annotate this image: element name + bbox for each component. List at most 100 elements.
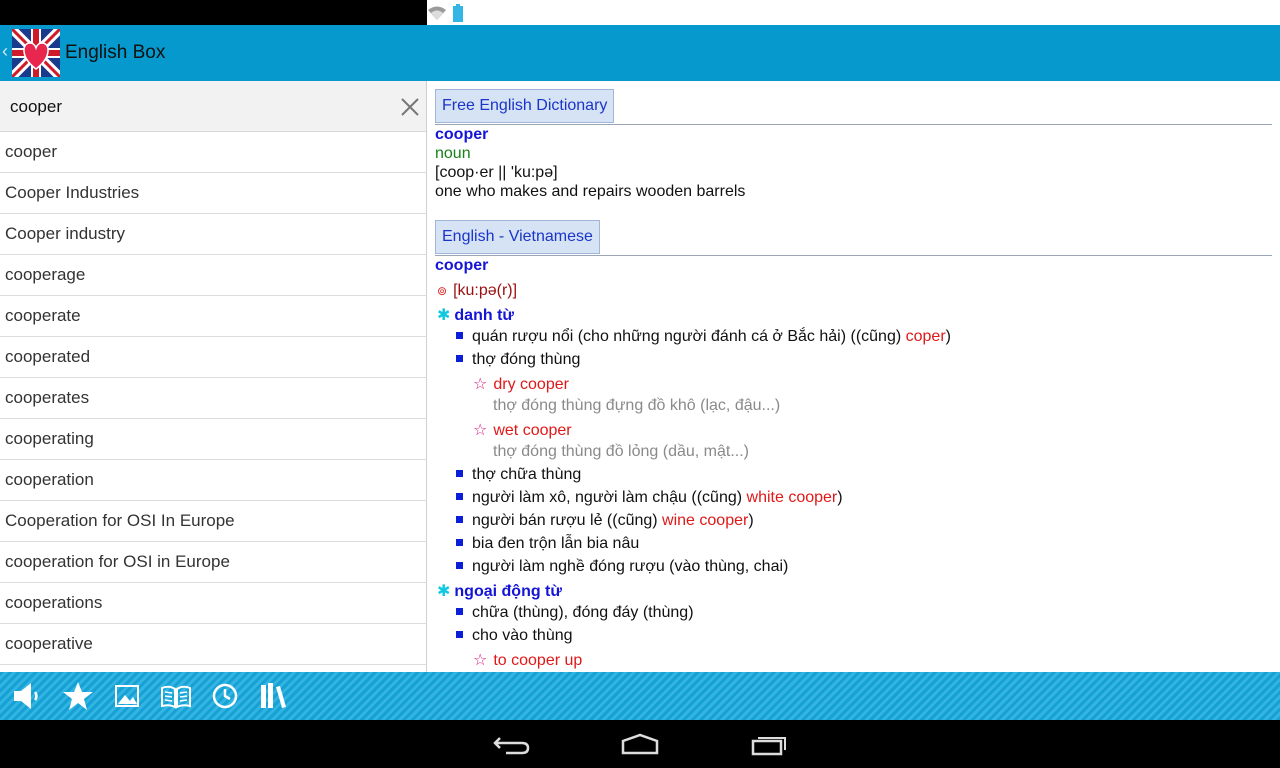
sense-text: người làm nghề đóng rượu (vào thùng, cha… xyxy=(472,558,789,575)
list-item[interactable]: cooperative xyxy=(0,624,426,665)
part-of-speech: danh từ xyxy=(454,307,514,324)
bullet-icon xyxy=(456,493,463,501)
example-phrase: to cooper up xyxy=(493,652,583,669)
dictionary-title[interactable]: English - Vietnamese xyxy=(435,220,600,254)
list-item[interactable]: cooperage xyxy=(0,255,426,296)
sense-row: người làm nghề đóng rượu (vào thùng, cha… xyxy=(456,558,788,576)
sense-row: thợ đóng thùng xyxy=(456,351,580,369)
headword: cooper xyxy=(435,126,489,143)
bullet-icon xyxy=(456,332,463,340)
library-icon[interactable] xyxy=(258,680,290,712)
uk-flag-heart-logo[interactable] xyxy=(12,29,60,77)
up-caret-icon[interactable]: ‹ xyxy=(2,41,12,63)
sense-text: thợ chữa thùng xyxy=(472,466,582,483)
list-item[interactable]: Cooper Industries xyxy=(0,173,426,214)
part-of-speech: noun xyxy=(435,145,471,162)
clock-icon[interactable] xyxy=(209,680,241,712)
pronunciation: [coop·er || 'ku:pə] xyxy=(435,164,558,181)
list-item[interactable]: Cooper industry xyxy=(0,214,426,255)
sense-text: ) xyxy=(945,328,951,345)
bullet-icon xyxy=(456,355,463,363)
home-icon[interactable] xyxy=(620,732,660,756)
word-list-panel: cooper Cooper Industries Cooper industry… xyxy=(0,81,427,672)
star-icon[interactable] xyxy=(62,680,94,712)
asterisk-marker-icon: ✱ xyxy=(437,307,451,324)
star-marker-icon: ☆ xyxy=(473,376,488,393)
sense-row: người bán rượu lẻ ((cũng) wine cooper) xyxy=(456,512,754,530)
bullet-icon xyxy=(456,516,463,524)
pronunciation: [ku:pə(r)] xyxy=(453,282,518,299)
sense-text: quán rượu nổi (cho những người đánh cá ở… xyxy=(472,328,906,345)
part-of-speech: ngoại động từ xyxy=(454,583,562,600)
status-icons: 8:20 xyxy=(427,0,1280,25)
list-item[interactable]: Cooperation for OSI In Europe xyxy=(0,501,426,542)
list-item[interactable]: cooperation for OSI in Europe xyxy=(0,542,426,583)
wifi-icon xyxy=(428,6,446,20)
list-item[interactable]: cooperated xyxy=(0,337,426,378)
speaker-icon[interactable] xyxy=(12,680,44,712)
sense-text: ) xyxy=(748,512,754,529)
star-marker-icon: ☆ xyxy=(473,652,488,669)
asterisk-marker-icon: ✱ xyxy=(437,583,451,600)
list-item[interactable]: cooperate xyxy=(0,296,426,337)
sense-text: người làm xô, người làm chậu ((cũng) xyxy=(472,489,747,506)
back-icon[interactable] xyxy=(492,732,532,756)
pos-row: ✱ danh từ xyxy=(437,305,514,325)
clock: 8:20 xyxy=(469,3,501,21)
sense-text: bia đen trộn lẫn bia nâu xyxy=(472,535,640,552)
example-phrase: wet cooper xyxy=(493,422,572,439)
search-input[interactable] xyxy=(8,91,372,123)
example-translation: thợ đóng thùng đựng đồ khô (lạc, đậu...) xyxy=(493,397,781,414)
sense-row: chữa (thùng), đóng đáy (thùng) xyxy=(456,604,694,622)
sense-text: thợ đóng thùng xyxy=(472,351,581,368)
divider xyxy=(435,255,1272,256)
cross-reference-link[interactable]: wine cooper xyxy=(662,512,748,529)
star-marker-icon: ☆ xyxy=(473,422,488,439)
sense-row: bia đen trộn lẫn bia nâu xyxy=(456,535,639,553)
pronunciation-marker-icon: ⊚ xyxy=(437,284,448,298)
list-item[interactable]: cooperates xyxy=(0,378,426,419)
cross-reference-link[interactable]: white cooper xyxy=(747,489,838,506)
list-item[interactable]: cooperations xyxy=(0,583,426,624)
sense-text: người bán rượu lẻ ((cũng) xyxy=(472,512,663,529)
book-icon[interactable] xyxy=(160,680,192,712)
sense-text: ) xyxy=(837,489,843,506)
status-bar: 8:20 xyxy=(0,0,1280,25)
bullet-icon xyxy=(456,631,463,639)
recents-icon[interactable] xyxy=(750,732,790,756)
sense-row: thợ chữa thùng xyxy=(456,466,581,484)
sense-row: cho vào thùng xyxy=(456,627,573,645)
image-icon[interactable] xyxy=(111,680,143,712)
word-list: cooper Cooper Industries Cooper industry… xyxy=(0,132,426,665)
example-row: ☆ wet cooper xyxy=(473,420,572,440)
list-item[interactable]: cooperation xyxy=(0,460,426,501)
bullet-icon xyxy=(456,470,463,478)
sense-text: chữa (thùng), đóng đáy (thùng) xyxy=(472,604,694,621)
pronunciation-row: ⊚ [ku:pə(r)] xyxy=(437,282,517,300)
headword: cooper xyxy=(435,257,489,274)
bullet-icon xyxy=(456,608,463,616)
example-row: ☆ dry cooper xyxy=(473,374,569,394)
sense-text: cho vào thùng xyxy=(472,627,573,644)
system-nav-bar xyxy=(0,720,1280,768)
sense-row: người làm xô, người làm chậu ((cũng) whi… xyxy=(456,489,843,507)
bullet-icon xyxy=(456,539,463,547)
example-row: ☆ to cooper up xyxy=(473,650,582,670)
dictionary-title[interactable]: Free English Dictionary xyxy=(435,89,615,123)
sense-row: quán rượu nổi (cho những người đánh cá ở… xyxy=(456,328,951,346)
app-bar: ‹ English Box xyxy=(0,25,1280,81)
definition: one who makes and repairs wooden barrels xyxy=(435,183,746,200)
clear-icon[interactable] xyxy=(398,95,422,119)
example-phrase: dry cooper xyxy=(493,376,569,393)
search-bar xyxy=(0,81,426,132)
cross-reference-link[interactable]: coper xyxy=(906,328,946,345)
bullet-icon xyxy=(456,562,463,570)
definition-panel: Free English Dictionary cooper noun [coo… xyxy=(427,81,1280,672)
bottom-toolbar xyxy=(0,672,1280,720)
battery-icon xyxy=(453,3,463,22)
pos-row: ✱ ngoại động từ xyxy=(437,581,562,601)
divider xyxy=(435,124,1272,125)
list-item[interactable]: cooper xyxy=(0,132,426,173)
example-translation: thợ đóng thùng đồ lỏng (dầu, mật...) xyxy=(493,443,749,460)
list-item[interactable]: cooperating xyxy=(0,419,426,460)
